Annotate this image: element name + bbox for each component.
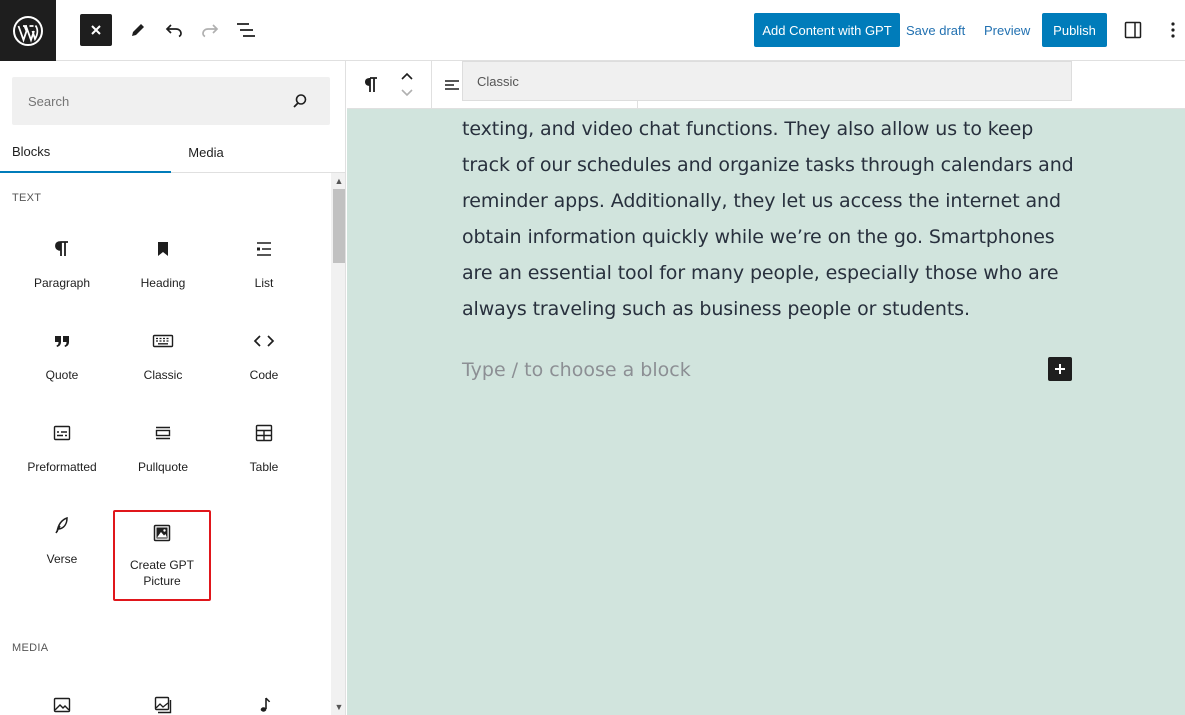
category-media-label: MEDIA [12,642,49,654]
keyboard-icon [152,329,174,353]
top-toolbar: Add Content with GPT Save draft Preview … [0,0,1185,61]
block-heading[interactable]: Heading [114,218,212,291]
paragraph-icon [52,237,72,261]
block-list[interactable]: List [215,218,313,291]
block-classic[interactable]: Classic [114,310,212,383]
table-icon [254,421,274,445]
block-inserter-panel: Blocks Media TEXT Paragraph Heading List… [0,61,346,715]
block-audio[interactable] [215,674,313,715]
block-image[interactable] [13,674,111,715]
preview-button[interactable]: Preview [984,13,1030,47]
tab-media[interactable]: Media [171,131,241,173]
document-overview-button[interactable] [230,13,262,47]
editor-canvas: Classic texting, and video chat function… [347,61,1185,715]
paragraph-icon [365,77,377,92]
list-icon [254,237,274,261]
music-note-icon [254,693,274,715]
block-toolbar: Classic [347,61,1185,109]
redo-button[interactable] [194,13,226,47]
align-left-icon [445,80,459,90]
image-icon [152,521,172,545]
code-icon [253,329,275,353]
tab-blocks[interactable]: Blocks [0,131,171,173]
block-label: Heading [140,276,186,290]
quote-icon [52,329,72,353]
block-label: Pullquote [137,460,189,474]
search-box [12,77,330,125]
toolbar-separator [431,61,432,109]
gallery-icon [153,693,173,715]
pencil-icon [132,24,144,36]
image-icon [52,693,72,715]
feather-icon [52,513,72,537]
wordpress-icon [13,15,43,46]
block-type-button[interactable] [357,71,385,99]
bookmark-icon [153,237,173,261]
save-draft-button[interactable]: Save draft [906,13,965,47]
redo-icon [202,24,219,38]
empty-block-placeholder[interactable]: Type / to choose a block [462,359,691,381]
align-button[interactable] [442,73,462,97]
block-label: Verse [46,552,78,566]
publish-button[interactable]: Publish [1042,13,1107,47]
block-table[interactable]: Table [215,402,313,475]
move-down-button[interactable] [397,85,417,101]
block-label: Quote [45,368,79,382]
move-up-button[interactable] [397,67,417,85]
paragraph-block[interactable]: texting, and video chat functions. They … [462,111,1082,327]
preformatted-icon [52,421,72,445]
plus-icon [1055,364,1065,374]
block-verse[interactable]: Verse [13,494,111,567]
options-menu-button[interactable] [1158,13,1185,47]
block-label: Paragraph [33,276,91,290]
scroll-thumb[interactable] [333,189,345,263]
inserter-tabs: Blocks Media [0,131,345,173]
block-paragraph[interactable]: Paragraph [13,218,111,291]
search-icon[interactable] [292,93,308,114]
more-vertical-icon [1171,22,1175,38]
chevron-down-icon [401,89,413,97]
block-code[interactable]: Code [215,310,313,383]
block-label: Classic [143,368,183,382]
list-view-icon [237,23,255,37]
add-content-gpt-button[interactable]: Add Content with GPT [754,13,900,47]
block-label: List [254,276,274,290]
block-tooltip: Classic [462,61,1072,101]
block-label: Create GPT Picture [129,558,195,588]
block-gallery[interactable] [114,674,212,715]
close-inserter-button[interactable] [80,14,112,46]
undo-icon [165,24,182,38]
add-block-button[interactable] [1048,357,1072,381]
chevron-up-icon [401,72,413,80]
block-label: Code [249,368,279,382]
close-icon [91,25,101,35]
sidebar-toggle-icon [1124,21,1142,39]
category-text-label: TEXT [12,192,42,204]
block-quote[interactable]: Quote [13,310,111,383]
block-label: Preformatted [27,460,97,474]
scroll-down-arrow-icon[interactable]: ▼ [334,702,344,712]
block-pullquote[interactable]: Pullquote [114,402,212,475]
undo-button[interactable] [158,13,190,47]
search-input[interactable] [12,77,282,125]
block-preformatted[interactable]: Preformatted [13,402,111,475]
block-label: Table [249,460,279,474]
sidebar-scrollbar[interactable]: ▲ ▼ [331,173,345,715]
settings-panel-button[interactable] [1117,13,1149,47]
block-create-gpt-picture[interactable]: Create GPT Picture [113,510,211,601]
tools-button[interactable] [122,13,154,47]
pullquote-icon [153,421,173,445]
scroll-up-arrow-icon[interactable]: ▲ [334,176,344,186]
wordpress-logo-button[interactable] [0,0,56,61]
